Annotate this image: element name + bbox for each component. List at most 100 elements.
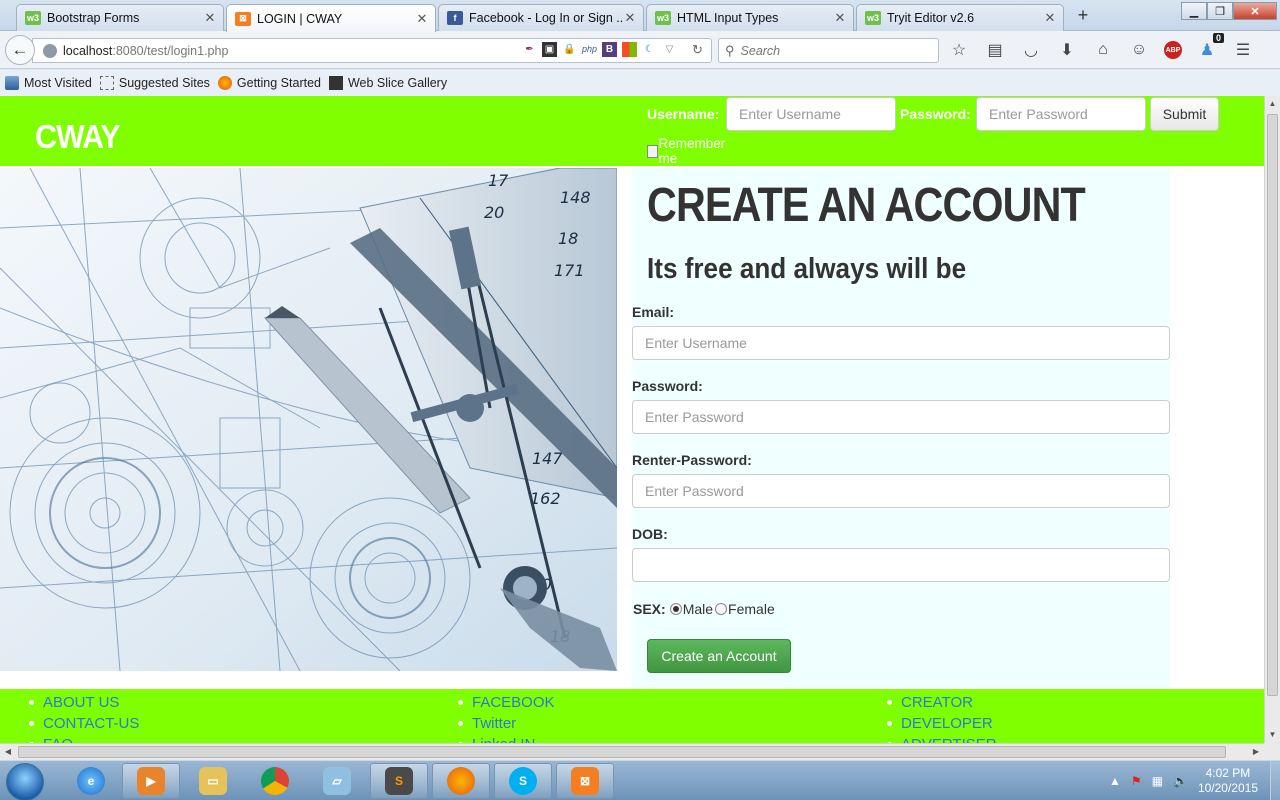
facebook-icon: f <box>447 11 463 25</box>
footer-link-linkedin[interactable]: Linked IN <box>472 734 555 743</box>
w3schools-icon: w3 <box>655 11 671 25</box>
reload-icon[interactable]: ↻ <box>690 42 705 57</box>
taskbar-ie[interactable]: e <box>62 763 120 799</box>
close-tab-icon[interactable]: ✕ <box>833 10 847 26</box>
new-tab-button[interactable]: + <box>1073 6 1093 26</box>
male-radio[interactable] <box>669 603 682 615</box>
tab-bootstrap-forms[interactable]: w3 Bootstrap Forms ✕ <box>16 4 224 31</box>
scroll-left-arrow-icon[interactable]: ◀ <box>0 744 16 760</box>
adblock-icon[interactable]: ABP <box>1164 41 1182 59</box>
bootstrap-icon[interactable]: B <box>602 42 617 57</box>
taskbar-skype[interactable]: S <box>494 763 552 799</box>
w3schools-icon: w3 <box>865 11 881 25</box>
vertical-scroll-thumb[interactable] <box>1267 114 1278 696</box>
address-bar[interactable]: localhost:8080/test/login1.php ✒ ▣ 🔒 php… <box>32 38 712 63</box>
dob-field[interactable] <box>632 548 1170 582</box>
menu-icon[interactable]: ☰ <box>1232 39 1254 61</box>
bookmark-most-visited[interactable]: Most Visited <box>5 76 92 90</box>
close-tab-icon[interactable]: ✕ <box>203 10 217 26</box>
close-tab-icon[interactable]: ✕ <box>623 10 637 26</box>
email-field[interactable] <box>632 326 1170 360</box>
show-desktop-button[interactable] <box>1270 761 1280 800</box>
xampp-icon: ⊠ <box>235 11 251 26</box>
clock[interactable]: 4:02 PM 10/20/2015 <box>1198 766 1258 796</box>
home-icon[interactable]: ⌂ <box>1092 39 1114 61</box>
url-text[interactable]: localhost:8080/test/login1.php <box>63 44 228 58</box>
taskbar-chrome[interactable] <box>246 763 304 799</box>
search-input[interactable] <box>740 43 921 58</box>
tab-html-input-types[interactable]: w3 HTML Input Types ✕ <box>646 4 854 31</box>
footer-link-developer[interactable]: DEVELOPER <box>901 713 997 734</box>
footer-link-facebook[interactable]: FACEBOOK <box>472 692 555 713</box>
svg-text:147: 147 <box>532 449 563 468</box>
bookmarks-bar: Most Visited Suggested Sites Getting Sta… <box>0 70 1280 96</box>
show-hidden-icons-icon[interactable]: ▲ <box>1109 774 1121 788</box>
tab-title: Bootstrap Forms <box>47 11 140 25</box>
taskbar-media-player[interactable]: ▶ <box>122 763 180 799</box>
site-logo[interactable]: CWAY <box>35 118 121 156</box>
close-tab-icon[interactable]: ✕ <box>415 11 429 27</box>
back-button[interactable]: ← <box>5 35 35 65</box>
notepad-icon: ▱ <box>323 767 351 795</box>
create-account-button[interactable]: Create an Account <box>647 639 791 673</box>
pocket-icon[interactable]: ◡ <box>1020 39 1042 61</box>
wave-icon[interactable]: ☾ <box>642 42 657 57</box>
notification-icon[interactable]: ♟ 0 <box>1196 33 1224 61</box>
footer-link-advertiser[interactable]: ADVERTISER <box>901 734 997 743</box>
footer-link-twitter[interactable]: Twitter <box>472 713 555 734</box>
horizontal-scrollbar[interactable]: ◀ ▶ <box>0 743 1264 760</box>
login-username-input[interactable] <box>726 97 896 131</box>
tab-facebook[interactable]: f Facebook - Log In or Sign ... ✕ <box>438 4 644 31</box>
bookmark-getting-started[interactable]: Getting Started <box>217 76 321 90</box>
tab-login-cway[interactable]: ⊠ LOGIN | CWAY ✕ <box>226 4 436 32</box>
female-radio[interactable] <box>715 603 728 615</box>
scroll-down-arrow-icon[interactable]: ▼ <box>1265 727 1280 743</box>
footer-link-contact[interactable]: CONTACT-US <box>43 713 139 734</box>
volume-icon[interactable]: 🔈 <box>1173 774 1188 788</box>
remember-me-checkbox[interactable] <box>647 144 658 158</box>
reading-list-icon[interactable]: ▤ <box>984 39 1006 61</box>
bookmark-web-slice-gallery[interactable]: Web Slice Gallery <box>328 76 447 90</box>
dropdown-arrow-icon[interactable]: ▽ <box>662 42 677 57</box>
horizontal-scroll-thumb[interactable] <box>18 746 1226 758</box>
taskbar-notepad[interactable]: ▱ <box>308 763 366 799</box>
tab-tryit-editor[interactable]: w3 Tryit Editor v2.6 ✕ <box>856 4 1064 31</box>
feather-icon[interactable]: ✒ <box>522 42 537 57</box>
taskbar-explorer[interactable]: ▭ <box>184 763 242 799</box>
bookmark-suggested-sites[interactable]: Suggested Sites <box>99 76 210 90</box>
svg-text:17: 17 <box>488 171 509 190</box>
username-label: Username: <box>647 106 720 122</box>
scroll-up-arrow-icon[interactable]: ▲ <box>1265 96 1280 112</box>
close-tab-icon[interactable]: ✕ <box>1043 10 1057 26</box>
scroll-right-arrow-icon[interactable]: ▶ <box>1248 744 1264 760</box>
network-icon[interactable]: ▦ <box>1152 774 1163 788</box>
screenshot-icon[interactable]: ▣ <box>542 42 557 57</box>
taskbar-firefox[interactable] <box>432 763 490 799</box>
download-icon[interactable]: ⬇ <box>1056 39 1078 61</box>
search-box[interactable]: ⚲ <box>718 38 939 63</box>
tab-title: HTML Input Types <box>677 11 779 25</box>
xampp-icon: ⊠ <box>571 767 599 795</box>
start-button[interactable] <box>6 763 44 800</box>
footer-link-creator[interactable]: CREATOR <box>901 692 997 713</box>
notification-count: 0 <box>1212 33 1224 43</box>
footer-col-social: FACEBOOK Twitter Linked IN <box>472 692 555 743</box>
hello-chat-icon[interactable]: ☺ <box>1128 39 1150 61</box>
taskbar-sublime[interactable]: S <box>370 763 428 799</box>
footer-link-about[interactable]: ABOUT US <box>43 692 139 713</box>
minimize-icon[interactable]: ▁ <box>1181 2 1207 20</box>
vertical-scrollbar[interactable]: ▲ ▼ <box>1264 96 1280 743</box>
footer-link-faq[interactable]: FAQ <box>43 734 139 743</box>
close-window-icon[interactable]: ✕ <box>1233 2 1277 20</box>
login-submit-button[interactable]: Submit <box>1150 97 1219 131</box>
bookmark-star-icon[interactable]: ☆ <box>948 39 970 61</box>
windows-icon[interactable] <box>622 42 637 57</box>
action-center-icon[interactable]: ⚑ <box>1131 774 1142 788</box>
taskbar-xampp[interactable]: ⊠ <box>556 763 614 799</box>
lock-icon[interactable]: 🔒 <box>562 42 577 57</box>
password-field[interactable] <box>632 400 1170 434</box>
reenter-password-field[interactable] <box>632 474 1170 508</box>
login-password-input[interactable] <box>976 97 1146 131</box>
php-icon[interactable]: php <box>582 42 597 57</box>
maximize-icon[interactable]: ❐ <box>1207 2 1233 20</box>
